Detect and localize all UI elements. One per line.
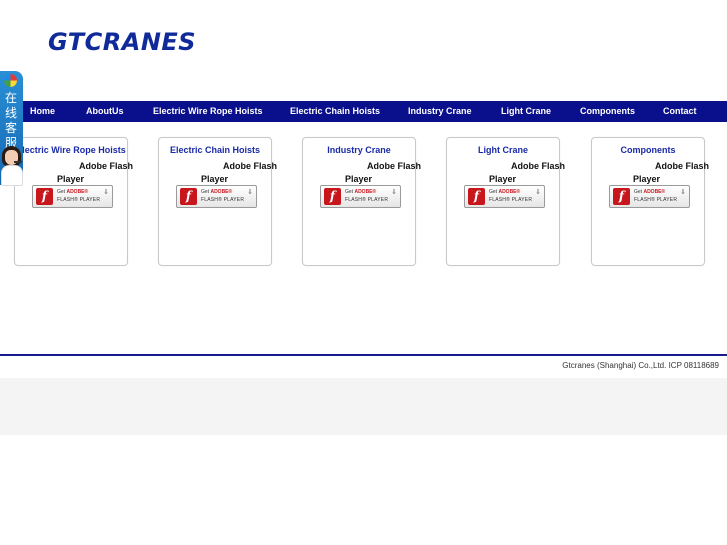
flash-logo-icon: f xyxy=(180,188,197,205)
product-card-wire-rope-hoists: Electric Wire Rope Hoists Adobe Flash Pl… xyxy=(14,137,133,266)
card-title[interactable]: Electric Chain Hoists xyxy=(159,145,271,155)
product-card-industry-crane: Industry Crane Adobe Flash Player f Get … xyxy=(302,137,421,266)
flash-text-line1: Adobe Flash xyxy=(511,161,566,171)
flash-text-line1: Adobe Flash xyxy=(223,161,278,171)
download-arrow-icon: ⇓ xyxy=(391,189,397,196)
main-nav: Home AboutUs Electric Wire Rope Hoists E… xyxy=(0,101,727,122)
product-card-chain-hoists: Electric Chain Hoists Adobe Flash Player… xyxy=(158,137,277,266)
download-arrow-icon: ⇓ xyxy=(680,189,686,196)
card-title[interactable]: Light Crane xyxy=(447,145,559,155)
get-flash-player-button[interactable]: f Get ADOBE® FLASH® PLAYER ⇓ xyxy=(609,185,690,208)
flash-logo-icon: f xyxy=(324,188,341,205)
flash-logo-icon: f xyxy=(468,188,485,205)
flash-text-line1: Adobe Flash xyxy=(79,161,134,171)
get-flash-player-button[interactable]: f Get ADOBE® FLASH® PLAYER ⇓ xyxy=(176,185,257,208)
nav-electric-chain-hoists[interactable]: Electric Chain Hoists xyxy=(290,101,380,122)
flash-logo-icon: f xyxy=(36,188,53,205)
nav-light-crane[interactable]: Light Crane xyxy=(501,101,551,122)
flash-text-line1: Adobe Flash xyxy=(655,161,710,171)
nav-aboutus[interactable]: AboutUs xyxy=(86,101,124,122)
chat-logo-icon xyxy=(4,74,17,87)
get-flash-player-button[interactable]: f Get ADOBE® FLASH® PLAYER ⇓ xyxy=(320,185,401,208)
download-arrow-icon: ⇓ xyxy=(535,189,541,196)
nav-industry-crane[interactable]: Industry Crane xyxy=(408,101,472,122)
footer-band xyxy=(0,378,727,435)
product-card-components: Components Adobe Flash Player f Get ADOB… xyxy=(591,137,709,266)
download-arrow-icon: ⇓ xyxy=(103,189,109,196)
nav-contact[interactable]: Contact xyxy=(663,101,697,122)
card-title[interactable]: Electric Wire Rope Hoists xyxy=(15,145,127,155)
flash-text-line1: Adobe Flash xyxy=(367,161,422,171)
footer-divider xyxy=(0,354,727,356)
get-flash-player-button[interactable]: f Get ADOBE® FLASH® PLAYER ⇓ xyxy=(32,185,113,208)
service-agent-avatar[interactable] xyxy=(0,146,24,186)
card-title[interactable]: Components xyxy=(592,145,704,155)
nav-electric-wire-rope-hoists[interactable]: Electric Wire Rope Hoists xyxy=(153,101,262,122)
download-arrow-icon: ⇓ xyxy=(247,189,253,196)
nav-home[interactable]: Home xyxy=(30,101,55,122)
get-flash-player-button[interactable]: f Get ADOBE® FLASH® PLAYER ⇓ xyxy=(464,185,545,208)
online-service-label: 在线客服 xyxy=(4,91,17,150)
nav-components[interactable]: Components xyxy=(580,101,635,122)
site-logo[interactable]: GTCRANES xyxy=(48,28,196,56)
card-title[interactable]: Industry Crane xyxy=(303,145,415,155)
product-card-light-crane: Light Crane Adobe Flash Player f Get ADO… xyxy=(446,137,565,266)
flash-logo-icon: f xyxy=(613,188,630,205)
footer-copyright: Gtcranes (Shanghai) Co.,Ltd. ICP 0811868… xyxy=(562,361,719,370)
